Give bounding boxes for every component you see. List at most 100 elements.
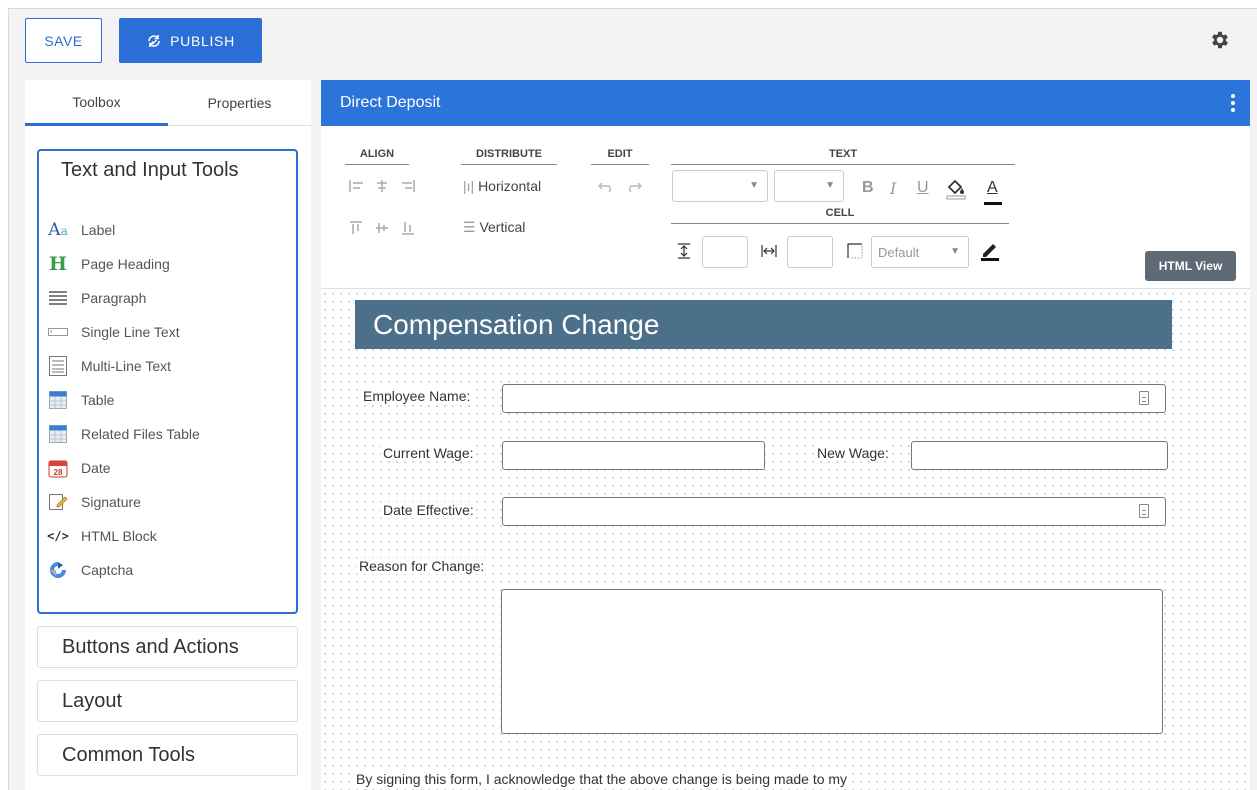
panel-tabs: Toolbox Properties — [25, 80, 311, 126]
tab-properties[interactable]: Properties — [168, 80, 311, 126]
distribute-group-label: DISTRIBUTE — [461, 148, 557, 165]
bold-button[interactable]: B — [862, 179, 874, 197]
date-effective-field[interactable] — [502, 497, 1166, 526]
align-group-label: ALIGN — [345, 148, 409, 165]
code-icon: </> — [47, 529, 69, 543]
svg-text:28: 28 — [54, 468, 63, 477]
chevron-down-icon: ▼ — [749, 180, 759, 191]
current-wage-label: Current Wage: — [381, 445, 476, 461]
row-height-icon — [678, 243, 690, 259]
tool-captcha[interactable]: Captcha — [47, 558, 133, 582]
edit-group-label: EDIT — [591, 148, 649, 165]
underline-button[interactable]: U — [917, 179, 929, 197]
tool-page-heading[interactable]: H Page Heading — [47, 252, 170, 276]
tool-html-block[interactable]: </> HTML Block — [47, 524, 157, 548]
font-color-swatch — [984, 202, 1002, 205]
save-button[interactable]: SAVE — [25, 18, 102, 63]
publish-label: PUBLISH — [170, 32, 235, 49]
tool-multi-line-text[interactable]: Multi-Line Text — [47, 354, 171, 378]
chevron-down-icon: ▼ — [825, 180, 835, 191]
align-left-icon[interactable] — [349, 180, 363, 192]
tool-label[interactable]: Aa Label — [47, 218, 115, 242]
related-files-table-icon — [47, 423, 69, 445]
distribute-horizontal-icon: |ı| — [463, 178, 475, 194]
tool-label-text: Page Heading — [81, 256, 170, 272]
date-effective-label: Date Effective: — [381, 502, 476, 518]
publish-button[interactable]: PUBLISH — [119, 18, 262, 63]
align-center-icon[interactable] — [377, 180, 387, 192]
tool-date[interactable]: 28 Date — [47, 456, 111, 480]
font-size-select[interactable]: ▼ — [774, 170, 844, 202]
label-icon: Aa — [48, 220, 68, 240]
new-wage-field[interactable] — [911, 441, 1168, 470]
more-options-icon[interactable] — [1230, 94, 1236, 112]
form-title-bar: Direct Deposit — [321, 80, 1250, 126]
acknowledgement-paragraph: By signing this form, I acknowledge that… — [356, 771, 848, 787]
section-layout[interactable]: Layout — [37, 680, 298, 722]
tool-label-text: HTML Block — [81, 528, 157, 544]
tool-signature[interactable]: Signature — [47, 490, 141, 514]
tool-label-text: Table — [81, 392, 115, 408]
multi-line-text-icon — [47, 355, 69, 377]
tab-toolbox[interactable]: Toolbox — [25, 80, 168, 126]
distribute-vertical-button[interactable]: ☰ Vertical — [463, 219, 525, 236]
gear-icon[interactable] — [1209, 29, 1231, 51]
table-icon — [47, 389, 69, 411]
align-bottom-icon[interactable] — [402, 222, 414, 235]
tool-single-line-text[interactable]: Single Line Text — [47, 320, 180, 344]
tool-label-text: Signature — [81, 494, 141, 510]
distribute-horizontal-button[interactable]: |ı| Horizontal — [463, 178, 541, 194]
border-style-select[interactable]: Default ▼ — [871, 236, 969, 268]
html-view-button[interactable]: HTML View — [1145, 251, 1236, 281]
row-height-input[interactable] — [702, 236, 748, 268]
align-top-icon[interactable] — [350, 221, 362, 234]
calendar-icon[interactable] — [1139, 504, 1149, 518]
employee-name-field[interactable] — [502, 384, 1166, 413]
text-and-input-tools-group: Text and Input Tools Aa Label H Page Hea… — [37, 149, 298, 614]
text-group-label: TEXT — [671, 148, 1015, 165]
captcha-icon — [47, 559, 69, 581]
border-style-value: Default — [878, 244, 920, 260]
field-picker-icon[interactable] — [1139, 391, 1149, 405]
font-color-button[interactable]: A — [987, 179, 998, 197]
align-buttons — [349, 180, 415, 192]
left-panel: Toolbox Properties Text and Input Tools … — [25, 80, 311, 790]
reason-for-change-textarea[interactable] — [501, 589, 1163, 734]
tool-paragraph[interactable]: Paragraph — [47, 286, 146, 310]
current-wage-field[interactable] — [502, 441, 765, 470]
chevron-down-icon: ▼ — [950, 246, 960, 257]
page-heading[interactable]: Compensation Change — [355, 300, 1172, 349]
column-width-icon — [761, 245, 777, 257]
tool-related-files-table[interactable]: Related Files Table — [47, 422, 200, 446]
cell-group-label: CELL — [671, 207, 1009, 224]
border-icon — [847, 243, 863, 259]
border-color-icon[interactable] — [979, 238, 1001, 262]
tool-group-title[interactable]: Text and Input Tools — [61, 159, 239, 182]
publish-icon — [148, 34, 160, 47]
align-middle-icon[interactable] — [376, 223, 388, 233]
tool-label-text: Single Line Text — [81, 324, 180, 340]
reason-for-change-label: Reason for Change: — [357, 558, 487, 574]
tool-table[interactable]: Table — [47, 388, 114, 412]
section-buttons-and-actions[interactable]: Buttons and Actions — [37, 626, 298, 668]
new-wage-label: New Wage: — [815, 445, 891, 461]
distribute-vertical-icon: ☰ — [463, 219, 476, 235]
calendar-icon: 28 — [47, 457, 69, 479]
tool-label-text: Multi-Line Text — [81, 358, 172, 374]
undo-icon[interactable] — [598, 182, 611, 193]
heading-icon: H — [49, 253, 67, 275]
redo-icon[interactable] — [629, 182, 642, 193]
column-width-input[interactable] — [787, 236, 833, 268]
italic-button[interactable]: I — [890, 179, 896, 198]
distribute-horizontal-label: Horizontal — [478, 178, 542, 194]
edit-buttons — [598, 182, 642, 193]
fill-color-icon[interactable] — [944, 176, 968, 200]
single-line-text-icon — [47, 321, 69, 343]
section-common-tools[interactable]: Common Tools — [37, 734, 298, 776]
align-right-icon[interactable] — [402, 180, 415, 192]
font-family-select[interactable]: ▼ — [672, 170, 768, 202]
format-toolbar: ALIGN DISTRIBUTE |ı| Horizontal ☰ Vertic… — [321, 126, 1250, 289]
tool-label-text: Related Files Table — [81, 426, 200, 442]
tool-label-text: Paragraph — [81, 290, 147, 306]
form-editor-panel: Direct Deposit ALIGN DISTRIBUTE |ı| Hori… — [321, 80, 1250, 790]
